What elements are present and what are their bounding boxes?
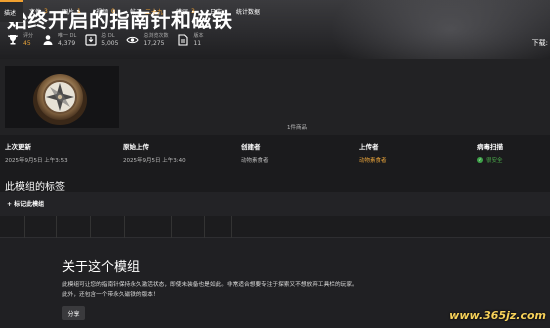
tab-posts[interactable]: 帖子 二十九 [126, 0, 170, 22]
mod-thumbnail[interactable] [5, 66, 119, 128]
tab-logs[interactable]: 日志 [206, 0, 230, 22]
download-label[interactable]: 下载: [532, 38, 548, 48]
meta-label: 上传者 [359, 143, 379, 151]
meta-original-upload: 原始上传 2025年9月5日 上午3:40 [123, 141, 186, 164]
tab-label: 描述 [4, 9, 17, 17]
tab-description[interactable]: 描述 [0, 0, 23, 22]
uploader-name[interactable]: 动物素食者 [359, 156, 387, 164]
tab-label: 日志 [210, 8, 223, 16]
tags-bar [0, 192, 550, 216]
tab-divider [204, 216, 205, 238]
stat-value: 4,379 [58, 40, 76, 47]
mod-stats: 评分 45 唯一 DL 4,379 总 DL 5,005 总浏览次数 17,275 版本… [6, 32, 203, 48]
tab-badge: 二十九 [145, 8, 164, 16]
tab-label: 统计数据 [236, 8, 261, 16]
eye-icon [126, 34, 140, 47]
share-button[interactable]: 分享 [62, 306, 85, 320]
about-line: 此模组可让您的指南针保持永久激活状态，即使未装备也是如此。非常适合想要专注于探索… [62, 282, 358, 288]
stat-unique-downloads: 唯一 DL 4,379 [41, 32, 76, 48]
virus-status: ✓ 很安全 [477, 156, 503, 164]
tab-divider [124, 216, 125, 238]
stat-value: 5,005 [101, 40, 119, 47]
watermark: www.365jz.com [449, 309, 546, 322]
tab-stats[interactable]: 统计数据 [232, 0, 266, 22]
stat-label: 总 DL [101, 33, 115, 39]
meta-label: 创建者 [241, 143, 261, 151]
user-icon [41, 34, 54, 47]
stat-version: 版本 11 [176, 32, 203, 48]
meta-label: 病毒扫描 [477, 143, 503, 151]
tab-divider [24, 216, 25, 238]
document-icon [176, 34, 189, 47]
tab-images[interactable]: 图片 1 [58, 0, 85, 22]
stat-label: 总浏览次数 [143, 33, 169, 39]
stat-label: 评分 [23, 33, 34, 39]
mod-tabs [0, 216, 550, 238]
tab-divider [56, 216, 57, 238]
check-icon: ✓ [477, 157, 483, 163]
virus-status-text: 很安全 [486, 158, 503, 164]
meta-virus-scan: 病毒扫描 ✓ 很安全 [477, 141, 503, 164]
add-tag-label: 标记此模组 [14, 201, 45, 208]
about-text: 此模组可让您的指南针保持永久激活状态，即使未装备也是如此。非常适合想要专注于探索… [62, 280, 422, 300]
about-heading: 关于这个模组 [62, 260, 141, 275]
tab-label: 图片 [62, 8, 75, 16]
tab-files[interactable]: 文件 3 [25, 0, 52, 22]
tab-label: 视频 [96, 8, 109, 16]
tab-bugs[interactable]: 错误 3 [172, 0, 202, 22]
meta-label: 上次更新 [5, 143, 31, 151]
stat-total-views: 总浏览次数 17,275 [126, 32, 168, 48]
tab-badge: 0 [111, 7, 115, 15]
meta-value: 2025年9月5日 上午3:40 [123, 158, 186, 164]
tab-label: 帖子 [130, 8, 143, 16]
tab-label: 文件 [29, 8, 42, 16]
stat-rating: 评分 45 [6, 32, 33, 48]
tab-videos[interactable]: 视频 0 [92, 0, 119, 22]
tab-badge: 3 [191, 7, 195, 15]
add-tag-button[interactable]: + 标记此模组 [7, 199, 44, 208]
meta-creator: 创建者 动物素食者 [241, 141, 269, 164]
tab-divider [231, 216, 232, 238]
tab-label: 错误 [176, 8, 189, 16]
creator-name[interactable]: 动物素食者 [241, 156, 269, 164]
meta-uploader: 上传者 动物素食者 [359, 141, 387, 164]
download-icon [84, 34, 97, 47]
tab-divider [171, 216, 172, 238]
stat-value: 17,275 [143, 40, 165, 47]
trophy-icon [6, 34, 19, 47]
stat-value: 11 [193, 40, 202, 47]
gallery-item-count: 1件商品 [287, 125, 307, 131]
meta-last-updated: 上次更新 2025年9月5日 上午3:53 [5, 141, 68, 164]
tab-divider [90, 216, 91, 238]
compass-image [33, 74, 87, 125]
tab-badge: 1 [77, 7, 81, 15]
meta-value: 2025年9月5日 上午3:53 [5, 158, 68, 164]
stat-label: 唯一 DL [58, 33, 77, 39]
stat-label: 版本 [193, 33, 204, 39]
tags-heading: 此模组的标签 [5, 182, 65, 193]
meta-label: 原始上传 [123, 143, 149, 151]
stat-total-downloads: 总 DL 5,005 [84, 32, 118, 48]
about-line: 此外，还包含一个带永久磁铁的版本！ [62, 292, 159, 298]
tab-badge: 3 [44, 7, 48, 15]
stat-value: 45 [23, 40, 31, 47]
plus-icon: + [7, 201, 13, 208]
